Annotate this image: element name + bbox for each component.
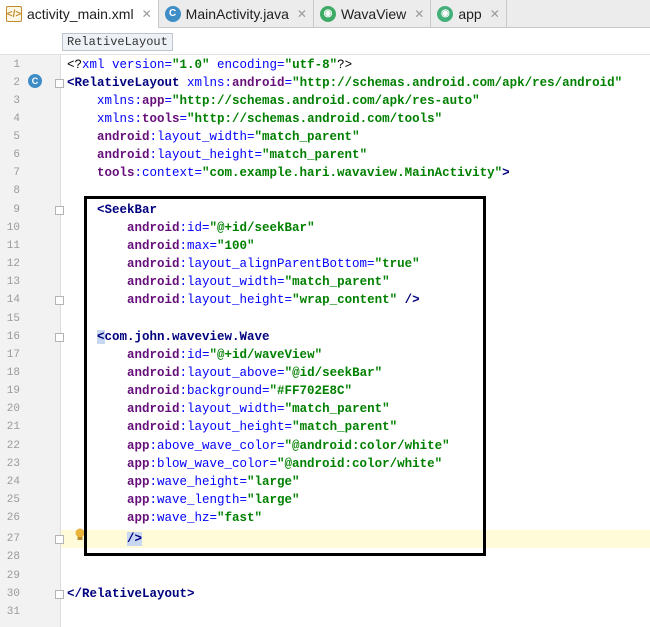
line-number: 21 bbox=[6, 421, 20, 433]
tab-label: activity_main.xml bbox=[27, 6, 134, 22]
line-number: 1 bbox=[13, 59, 20, 71]
breadcrumb[interactable]: RelativeLayout bbox=[62, 33, 173, 51]
code-line: <?xml version="1.0" encoding="utf-8"?> bbox=[67, 58, 353, 72]
class-icon: C bbox=[164, 5, 181, 22]
tab-app[interactable]: ◉ app ✕ bbox=[431, 0, 507, 27]
xml-file-icon: </> bbox=[6, 6, 22, 22]
tab-wavaview[interactable]: ◉ WavaView ✕ bbox=[314, 0, 432, 27]
line-number: 15 bbox=[6, 313, 20, 325]
tab-label: MainActivity.java bbox=[185, 5, 289, 22]
tab-label: app bbox=[458, 5, 482, 22]
code-line: </RelativeLayout> bbox=[67, 587, 195, 601]
tab-main-activity-java[interactable]: C MainActivity.java ✕ bbox=[159, 0, 314, 27]
code-line: tools:context="com.example.hari.wavaview… bbox=[67, 166, 510, 180]
line-number: 30 bbox=[6, 588, 20, 600]
line-number: 31 bbox=[6, 606, 20, 618]
line-number: 12 bbox=[6, 258, 20, 270]
line-number: 20 bbox=[6, 403, 20, 415]
line-number: 11 bbox=[6, 240, 20, 252]
close-icon[interactable]: ✕ bbox=[490, 7, 500, 21]
fold-marker-icon[interactable] bbox=[55, 296, 64, 305]
android-run-config-icon: ◉ bbox=[319, 5, 336, 22]
code-line: android:layout_height="match_parent" bbox=[67, 148, 368, 162]
fold-marker-icon[interactable] bbox=[55, 333, 64, 342]
code-line: android:layout_width="match_parent" bbox=[67, 130, 360, 144]
line-number: 24 bbox=[6, 476, 20, 488]
fold-marker-icon[interactable] bbox=[55, 590, 64, 599]
line-number: 19 bbox=[6, 385, 20, 397]
breadcrumb-bar: RelativeLayout bbox=[0, 28, 650, 55]
line-number: 2 bbox=[13, 77, 20, 89]
line-number: 14 bbox=[6, 294, 20, 306]
line-number: 5 bbox=[13, 131, 20, 143]
android-module-icon: ◉ bbox=[437, 5, 454, 22]
tab-label: WavaView bbox=[340, 5, 407, 22]
close-icon[interactable]: ✕ bbox=[297, 7, 307, 21]
line-number: 10 bbox=[6, 222, 20, 234]
annotation-box bbox=[84, 196, 486, 556]
line-number: 22 bbox=[6, 440, 20, 452]
fold-marker-icon[interactable] bbox=[55, 535, 64, 544]
close-icon[interactable]: ✕ bbox=[142, 7, 152, 21]
line-number: 8 bbox=[13, 185, 20, 197]
code-line: xmlns:tools="http://schemas.android.com/… bbox=[67, 112, 443, 126]
line-number: 28 bbox=[6, 551, 20, 563]
line-number: 26 bbox=[6, 512, 20, 524]
fold-marker-icon[interactable] bbox=[55, 206, 64, 215]
line-number: 17 bbox=[6, 349, 20, 361]
line-number: 27 bbox=[6, 533, 20, 545]
line-number: 25 bbox=[6, 494, 20, 506]
line-number: 9 bbox=[13, 204, 20, 216]
line-number: 29 bbox=[6, 570, 20, 582]
fold-marker-icon[interactable] bbox=[55, 79, 64, 88]
code-line: <RelativeLayout xmlns:android="http://sc… bbox=[67, 76, 623, 90]
tab-activity-main-xml[interactable]: </> activity_main.xml ✕ bbox=[0, 0, 159, 28]
class-link-icon[interactable]: C bbox=[28, 74, 42, 88]
line-number: 16 bbox=[6, 331, 20, 343]
line-number: 18 bbox=[6, 367, 20, 379]
line-number: 13 bbox=[6, 276, 20, 288]
editor-tab-bar: </> activity_main.xml ✕ C MainActivity.j… bbox=[0, 0, 650, 28]
line-number: 7 bbox=[13, 167, 20, 179]
line-number: 23 bbox=[6, 458, 20, 470]
line-number: 6 bbox=[13, 149, 20, 161]
line-number: 4 bbox=[13, 113, 20, 125]
code-line: xmlns:app="http://schemas.android.com/ap… bbox=[67, 94, 480, 108]
line-number: 3 bbox=[13, 95, 20, 107]
close-icon[interactable]: ✕ bbox=[414, 7, 424, 21]
